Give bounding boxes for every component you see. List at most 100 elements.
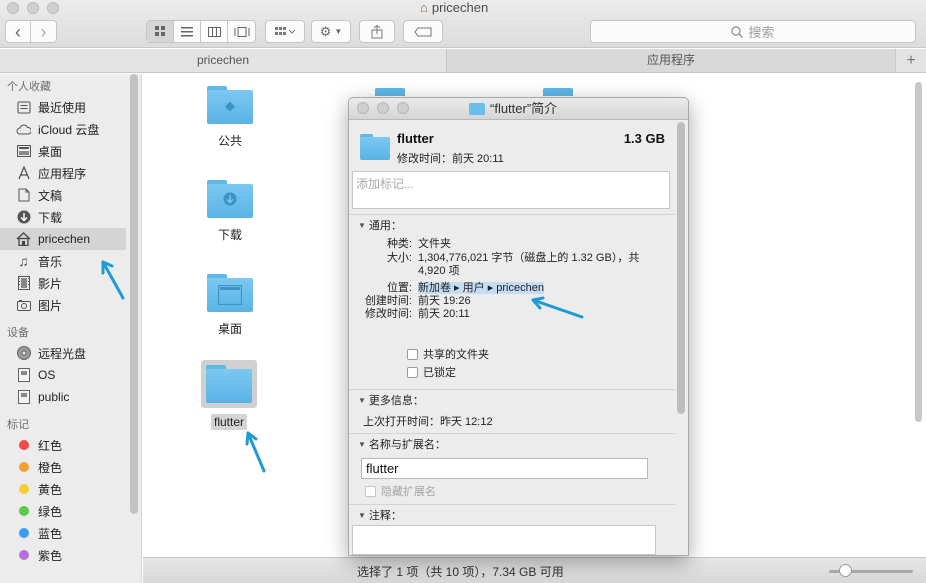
- close-window-button[interactable]: [7, 2, 19, 14]
- sidebar-scrollbar[interactable]: [130, 74, 138, 514]
- sidebar-item-public[interactable]: public: [0, 386, 141, 408]
- sidebar-item-remote-disc[interactable]: 远程光盘: [0, 342, 141, 364]
- sidebar-tag-yellow[interactable]: 黄色: [0, 478, 141, 500]
- file-item-desktop[interactable]: 桌面: [202, 274, 258, 337]
- comments-section-header[interactable]: ▼ 注释：: [349, 505, 675, 525]
- name-extension-section-header[interactable]: ▼ 名称与扩展名：: [349, 434, 675, 454]
- content-scrollbar[interactable]: [915, 82, 922, 422]
- minimize-window-button[interactable]: [27, 2, 39, 14]
- location-path[interactable]: 新加卷 ▸ 用户 ▸ pricechen: [418, 282, 544, 294]
- grid-icon: [154, 26, 165, 36]
- edit-tags-button[interactable]: [403, 20, 443, 43]
- search-field[interactable]: 搜索: [590, 20, 916, 43]
- sidebar-item-pictures[interactable]: 图片: [0, 294, 141, 316]
- general-section-header[interactable]: ▼ 通用：: [349, 215, 675, 235]
- disclosure-triangle-icon: ▼: [358, 395, 366, 405]
- sidebar-tag-green[interactable]: 绿色: [0, 500, 141, 522]
- size-row: 大小: 1,304,776,021 字节（磁盘上的 1.32 GB），共 4,9…: [386, 252, 640, 277]
- gallery-icon: [234, 26, 249, 37]
- new-tab-button[interactable]: +: [896, 49, 926, 72]
- icon-size-slider-knob[interactable]: [839, 564, 852, 577]
- sidebar-item-desktop[interactable]: 桌面: [0, 140, 141, 162]
- shared-folder-checkbox-row[interactable]: 共享的文件夹: [349, 345, 675, 363]
- sidebar-item-home[interactable]: pricechen: [0, 228, 126, 250]
- tags-input[interactable]: 添加标记...: [352, 171, 670, 209]
- more-info-section-header[interactable]: ▼ 更多信息：: [349, 390, 675, 410]
- info-window-body: flutter 1.3 GB 修改时间：前天 20:11 添加标记... ▼ 通…: [349, 121, 675, 555]
- list-icon: [181, 26, 193, 36]
- gallery-view-button[interactable]: [228, 21, 255, 42]
- blue-tag-dot: [19, 528, 29, 538]
- status-text: 选择了 1 项（共 10 项），7.34 GB 可用: [357, 565, 564, 579]
- locked-checkbox-row[interactable]: 已锁定: [349, 363, 675, 381]
- last-opened-row: 上次打开时间：昨天 12:12: [363, 416, 493, 428]
- modified-row: 修改时间: 前天 20:11: [364, 308, 470, 320]
- folder-icon: [360, 134, 390, 160]
- flutter-folder-icon: [206, 365, 252, 403]
- icon-view-button[interactable]: [147, 21, 174, 42]
- sidebar-item-downloads[interactable]: 下载: [0, 206, 141, 228]
- sidebar-item-os[interactable]: OS: [0, 364, 141, 386]
- sidebar-tag-blue[interactable]: 蓝色: [0, 522, 141, 544]
- drive-icon: [16, 390, 31, 405]
- created-row: 创建时间: 前天 19:26: [364, 295, 471, 307]
- sidebar-item-music[interactable]: ♫ 音乐: [0, 250, 141, 272]
- sidebar-item-documents[interactable]: 文稿: [0, 184, 141, 206]
- info-modified-summary: 修改时间：前天 20:11: [397, 153, 504, 165]
- share-icon: [371, 24, 383, 38]
- share-button[interactable]: [359, 20, 395, 43]
- sidebar-item-applications[interactable]: 应用程序: [0, 162, 141, 184]
- list-view-button[interactable]: [174, 21, 201, 42]
- folder-icon: [469, 103, 485, 115]
- info-scrollbar[interactable]: [677, 122, 685, 414]
- shared-folder-checkbox[interactable]: [407, 348, 418, 360]
- back-button[interactable]: ‹: [6, 21, 31, 42]
- desktop-folder-icon: [207, 274, 253, 312]
- sidebar-tag-red[interactable]: 红色: [0, 434, 141, 456]
- tab-bar: pricechen 应用程序 +: [0, 49, 926, 73]
- downloads-icon: [16, 210, 31, 225]
- name-input[interactable]: flutter: [361, 458, 648, 479]
- sidebar-item-icloud[interactable]: iCloud 云盘: [0, 118, 141, 140]
- file-item-public[interactable]: ◆ 公共: [202, 86, 258, 149]
- forward-button[interactable]: ›: [31, 22, 56, 42]
- cloud-icon: [16, 122, 31, 137]
- hide-extension-checkbox-row[interactable]: 隐藏扩展名: [349, 482, 675, 500]
- sidebar-item-recents[interactable]: 最近使用: [0, 96, 141, 118]
- info-minimize-button[interactable]: [377, 102, 389, 114]
- hide-extension-checkbox[interactable]: [365, 485, 376, 497]
- sidebar-heading-tags: 标记: [7, 419, 29, 431]
- hidden-folder-icon: [543, 88, 573, 96]
- yellow-tag-dot: [19, 484, 29, 494]
- home-icon: ⌂: [420, 0, 428, 15]
- movies-icon: [16, 276, 31, 291]
- comments-textarea[interactable]: [352, 525, 656, 555]
- drive-icon: [16, 368, 31, 383]
- info-file-name: flutter: [397, 131, 434, 146]
- home-icon: [16, 232, 31, 247]
- search-icon: [731, 25, 744, 38]
- tab-pricechen[interactable]: pricechen: [0, 49, 447, 72]
- get-info-window: “flutter”简介 flutter 1.3 GB 修改时间：前天 20:11…: [348, 97, 689, 556]
- orange-tag-dot: [19, 462, 29, 472]
- zoom-window-button[interactable]: [47, 2, 59, 14]
- sidebar-heading-devices: 设备: [7, 327, 29, 339]
- sidebar-tag-purple[interactable]: 紫色: [0, 544, 141, 566]
- sidebar-item-movies[interactable]: 影片: [0, 272, 141, 294]
- group-by-button[interactable]: [265, 20, 305, 43]
- column-view-button[interactable]: [201, 21, 228, 42]
- documents-icon: [16, 188, 31, 203]
- info-zoom-button[interactable]: [397, 102, 409, 114]
- red-tag-dot: [19, 440, 29, 450]
- purple-tag-dot: [19, 550, 29, 560]
- locked-checkbox[interactable]: [407, 366, 418, 378]
- info-close-button[interactable]: [357, 102, 369, 114]
- file-item-flutter[interactable]: flutter: [201, 360, 257, 430]
- info-header: flutter 1.3 GB 修改时间：前天 20:11: [349, 121, 675, 171]
- tab-applications[interactable]: 应用程序: [447, 49, 896, 72]
- action-menu-button[interactable]: ⚙ ▼: [311, 20, 351, 43]
- green-tag-dot: [19, 506, 29, 516]
- sidebar-tag-orange[interactable]: 橙色: [0, 456, 141, 478]
- disc-icon: [16, 346, 31, 361]
- file-item-downloads[interactable]: 下载: [202, 180, 258, 243]
